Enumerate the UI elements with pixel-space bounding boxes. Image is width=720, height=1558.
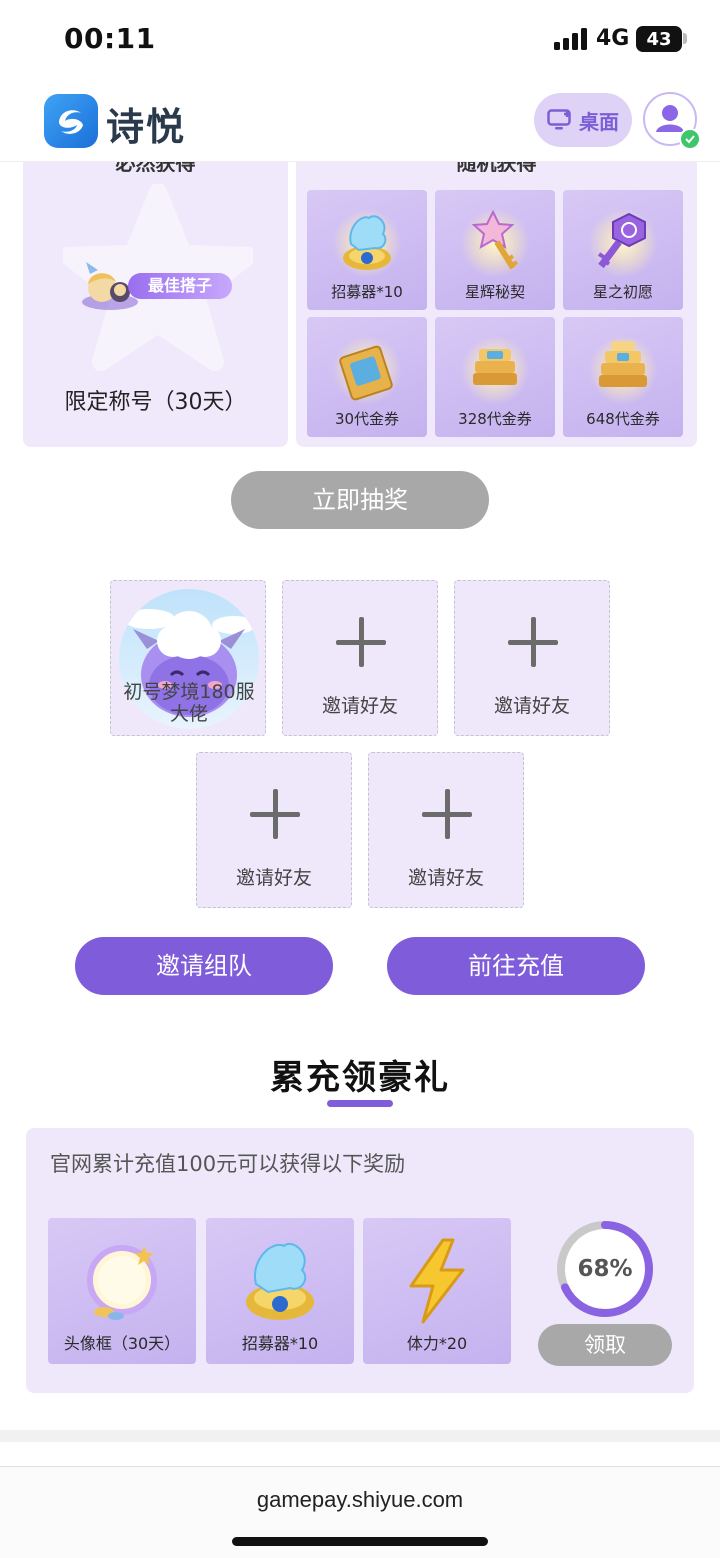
recruiter-icon [343,215,391,270]
reward-item-label: 30代金券 [334,410,400,428]
plus-icon [250,789,300,839]
team-slot-invite[interactable]: 邀请好友 [196,752,352,908]
draw-now-button[interactable]: 立即抽奖 [231,471,489,529]
star-key-icon [471,210,519,270]
recharge-progress-ring: 68% [556,1220,654,1318]
reward-item-label: 星辉秘契 [464,283,525,301]
cumulative-item-recruiter: 招募器*10 [206,1218,354,1364]
cumulative-description: 官网累计充值100元可以获得以下奖励 [50,1152,406,1176]
plus-icon [336,617,386,667]
status-bar: 00:11 4G 43 [0,0,720,80]
plus-icon [508,617,558,667]
reward-item-label: 648代金券 [586,410,660,428]
invite-friend-label: 邀请好友 [321,695,398,717]
claim-button[interactable]: 领取 [538,1324,672,1366]
team-slot-invite[interactable]: 邀请好友 [454,580,610,736]
voucher-stack-icon [473,349,517,385]
cumulative-item-label: 体力*20 [406,1334,468,1353]
avatar-frame-icon [87,1245,157,1320]
home-indicator[interactable] [232,1537,488,1546]
reward-item-star-key: 星辉秘契 [435,190,555,310]
browser-address-bar: gamepay.shiyue.com [0,1466,720,1558]
reward-item-label: 星之初愿 [592,283,653,301]
cumulative-item-avatar-frame: 头像框（30天） [48,1218,196,1364]
cumulative-item-label: 头像框（30天） [63,1334,181,1353]
desktop-icon [547,109,571,130]
section-divider [0,1430,720,1442]
voucher-stack-icon [599,341,647,387]
site-header: 诗悦 桌面 [0,80,720,162]
plus-icon [422,789,472,839]
reward-item-purple-key: 星之初愿 [563,190,683,310]
section-title: 累充领豪礼 [270,1058,450,1098]
reward-item-recruiter: 招募器*10 [307,190,427,310]
badge-title-text: 最佳搭子 [128,273,232,299]
invite-friend-label: 邀请好友 [235,867,312,889]
team-slot-leader[interactable]: 初号梦境180服大佬 [110,580,266,736]
invite-friend-label: 邀请好友 [407,867,484,889]
recruiter-icon [246,1243,314,1320]
limited-title-label: 限定称号（30天） [64,390,247,415]
battery-icon: 43 [636,26,682,52]
desktop-label: 桌面 [579,109,619,134]
user-avatar[interactable] [643,92,701,150]
network-type: 4G [596,26,630,51]
go-recharge-button[interactable]: 前往充值 [387,937,645,995]
status-time: 00:11 [64,22,156,55]
battery-level: 43 [646,28,672,50]
lightning-icon [409,1238,465,1324]
invite-friend-label: 邀请好友 [493,695,570,717]
cumulative-reward-panel: 官网累计充值100元可以获得以下奖励 头像框（30天） 招募器*10 体力*20 [26,1128,694,1393]
add-to-desktop-button[interactable]: 桌面 [534,93,632,147]
section-title-underline [327,1100,393,1107]
signal-icon [554,28,587,50]
team-slot-invite[interactable]: 邀请好友 [368,752,524,908]
progress-percent: 68% [577,1256,633,1282]
verified-check-icon [679,128,701,150]
cumulative-item-stamina: 体力*20 [363,1218,511,1364]
invite-team-button[interactable]: 邀请组队 [75,937,333,995]
reward-item-voucher-648: 648代金券 [563,317,683,437]
brand-name[interactable]: 诗悦 [106,96,186,151]
battery-tip [683,33,687,44]
reward-item-label: 招募器*10 [331,283,403,301]
team-slot-invite[interactable]: 邀请好友 [282,580,438,736]
reward-item-label: 328代金券 [458,410,532,428]
purple-key-icon [597,212,646,269]
reward-item-voucher-328: 328代金券 [435,317,555,437]
reward-item-voucher-30: 30代金券 [307,317,427,437]
voucher-icon [339,345,393,401]
leader-name: 初号梦境180服大佬 [123,681,255,725]
cumulative-item-label: 招募器*10 [241,1334,319,1353]
brand-logo-icon[interactable] [44,94,98,148]
url-text[interactable]: gamepay.shiyue.com [0,1487,720,1513]
